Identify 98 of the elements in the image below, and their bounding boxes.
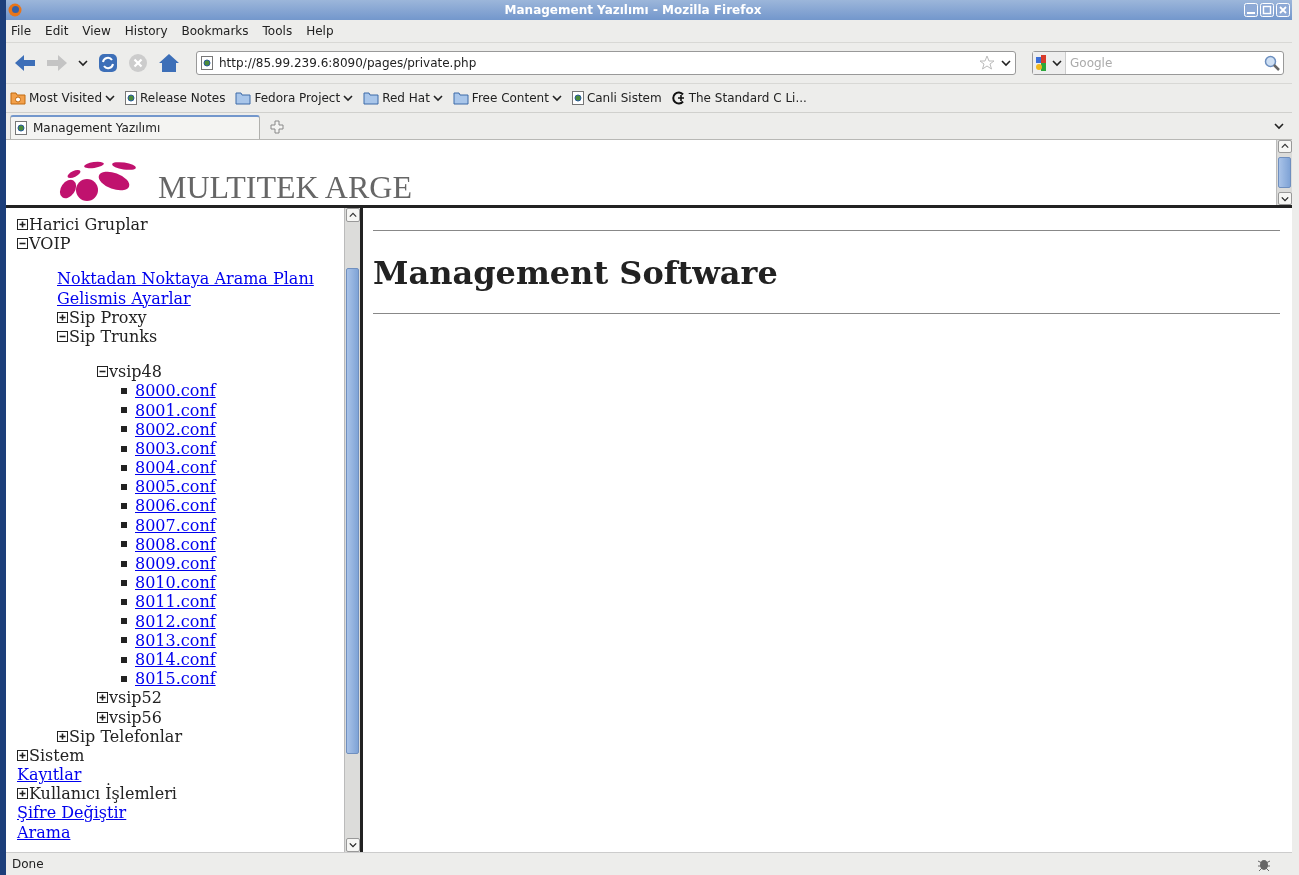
minus-box-icon[interactable] [97, 366, 108, 378]
window-title: Management Yazılımı - Mozilla Firefox [503, 3, 763, 17]
folder-icon [10, 91, 26, 105]
plus-box-icon[interactable] [57, 730, 68, 742]
bullet-icon [121, 483, 127, 490]
tree-label[interactable]: vsip48 [109, 362, 162, 382]
file-link[interactable]: 8007.conf [135, 515, 216, 535]
folder-icon [452, 91, 469, 105]
tree-link[interactable]: Arama [17, 822, 71, 842]
home-icon[interactable] [158, 53, 180, 73]
file-link[interactable]: 8010.conf [135, 573, 216, 593]
menu-item[interactable]: Tools [262, 24, 293, 38]
bookmark-item[interactable]: Most Visited [10, 91, 116, 105]
tree-label[interactable]: Sistem [29, 745, 85, 766]
menu-item[interactable]: History [124, 24, 168, 38]
menu-item[interactable]: View [82, 24, 111, 38]
browser-tab[interactable]: Management Yazılımı [10, 115, 260, 139]
tree-link[interactable]: Noktadan Noktaya Arama Planı [57, 269, 314, 289]
bookmark-item[interactable]: Canli Sistem [571, 91, 662, 105]
page-heading: Management Software [373, 256, 779, 292]
c-plus-icon [671, 91, 686, 105]
file-link[interactable]: 8001.conf [135, 400, 216, 420]
tree-label[interactable]: VOIP [29, 234, 71, 254]
page-icon [571, 91, 584, 105]
tree-label[interactable]: Sip Proxy [69, 307, 147, 327]
dropdown-icon[interactable] [1052, 58, 1062, 68]
bookmark-item[interactable]: Free Content [452, 91, 562, 105]
bullet-icon [121, 445, 127, 452]
plus-box-icon[interactable] [97, 711, 108, 723]
bullet-icon [121, 560, 127, 567]
menu-item[interactable]: File [11, 24, 32, 38]
file-link[interactable]: 8009.conf [135, 554, 216, 574]
file-link[interactable]: 8002.conf [135, 419, 216, 439]
dropdown-icon[interactable] [1001, 58, 1011, 68]
bullet-icon [121, 407, 127, 414]
logo-text: MULTITEK ARGE [158, 171, 412, 203]
tree-label[interactable]: Sip Trunks [69, 326, 158, 347]
tree-link[interactable]: Şifre Değiştir [17, 803, 127, 823]
menu-item[interactable]: Help [306, 24, 334, 38]
bookmark-item[interactable]: Fedora Project [235, 91, 354, 105]
scrollbar[interactable] [1276, 140, 1292, 205]
folder-icon [363, 91, 380, 105]
bullet-icon [121, 675, 127, 682]
status-text: Done [12, 857, 45, 871]
plus-box-icon[interactable] [17, 219, 28, 231]
address-field[interactable]: http://85.99.239.6:8090/pages/private.php [196, 51, 1016, 75]
plus-box-icon[interactable] [97, 692, 108, 704]
file-link[interactable]: 8008.conf [135, 534, 216, 555]
bookmark-item[interactable]: Red Hat [363, 91, 443, 105]
star-icon[interactable] [979, 55, 995, 71]
file-link[interactable]: 8003.conf [135, 438, 216, 459]
file-link[interactable]: 8011.conf [135, 592, 216, 612]
dropdown-icon[interactable] [1274, 121, 1284, 131]
bullet-icon [121, 656, 127, 663]
bullet-icon [121, 503, 127, 510]
bullet-icon [121, 464, 127, 471]
bullet-icon [121, 426, 127, 433]
search-icon[interactable] [1264, 55, 1280, 71]
plus-box-icon[interactable] [17, 750, 28, 761]
file-link[interactable]: 8004.conf [135, 458, 216, 478]
reload-icon[interactable] [98, 53, 118, 73]
tree-label[interactable]: vsip52 [109, 688, 162, 708]
file-link[interactable]: 8015.conf [135, 669, 216, 689]
file-link[interactable]: 8013.conf [135, 630, 216, 650]
tree-label[interactable]: Kullanıcı İşlemleri [29, 784, 177, 804]
file-link[interactable]: 8000.conf [135, 381, 216, 401]
menu-item[interactable]: Bookmarks [181, 24, 249, 38]
firefox-icon [8, 3, 22, 17]
dropdown-icon[interactable] [78, 58, 88, 68]
tree-label[interactable]: vsip56 [109, 707, 162, 727]
minus-box-icon[interactable] [17, 238, 28, 250]
page-icon [125, 91, 138, 105]
tree-link[interactable]: Gelismis Ayarlar [57, 288, 191, 308]
tree-link[interactable]: Kayıtlar [17, 765, 82, 785]
file-link[interactable]: 8012.conf [135, 611, 216, 631]
scrollbar[interactable] [344, 208, 360, 852]
plus-box-icon[interactable] [57, 311, 68, 323]
back-arrow-icon[interactable] [14, 54, 36, 72]
bullet-icon [121, 618, 127, 625]
menu-item[interactable]: Edit [45, 24, 69, 38]
bookmark-item[interactable]: The Standard C Li... [671, 91, 807, 105]
plus-box-icon[interactable] [17, 788, 28, 800]
bullet-icon [121, 387, 127, 394]
minus-box-icon[interactable] [57, 331, 68, 343]
bullet-icon [121, 541, 127, 548]
bullet-icon [121, 637, 127, 644]
bookmark-item[interactable]: Release Notes [125, 91, 226, 105]
file-link[interactable]: 8005.conf [135, 477, 216, 497]
bullet-icon [121, 599, 127, 605]
file-link[interactable]: 8006.conf [135, 496, 216, 516]
file-link[interactable]: 8014.conf [135, 649, 216, 670]
bullet-icon [121, 522, 127, 529]
page-icon [15, 121, 27, 135]
tree-label[interactable]: Sip Telefonlar [69, 726, 183, 746]
page-icon [201, 56, 213, 70]
bullet-icon [121, 579, 127, 586]
folder-icon [235, 91, 252, 105]
tree-label[interactable]: Harici Gruplar [29, 215, 148, 235]
